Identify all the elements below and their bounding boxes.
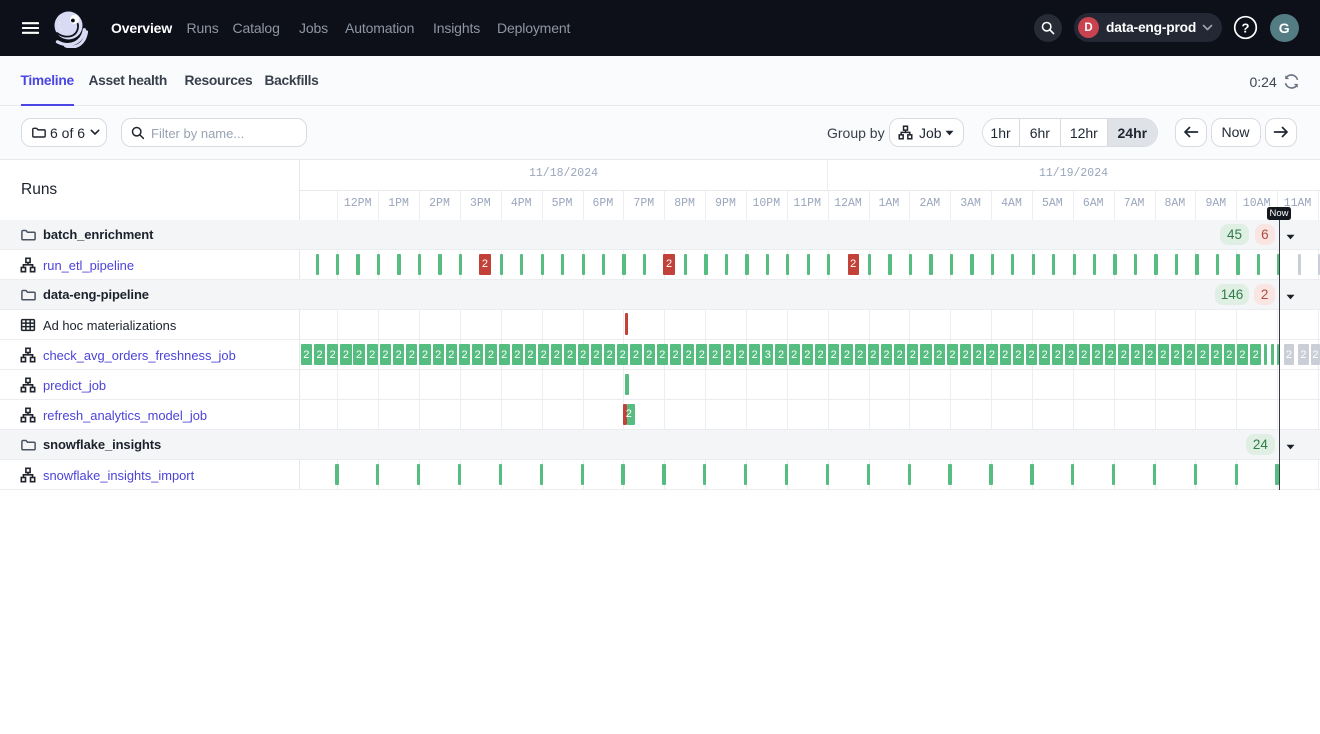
svg-text:?: ? (1242, 20, 1250, 35)
